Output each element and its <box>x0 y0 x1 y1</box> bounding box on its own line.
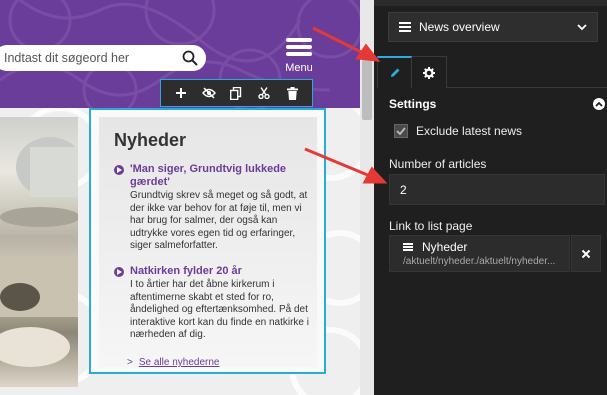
silverware-photo <box>0 137 78 367</box>
exclude-latest-checkbox[interactable] <box>394 124 408 138</box>
scissors-icon <box>258 87 270 99</box>
search-icon[interactable] <box>182 50 198 66</box>
panel-tabs <box>374 56 607 88</box>
component-type-label: News overview <box>419 20 500 34</box>
news-component-selected[interactable]: Nyheder 'Man siger, Grundtvig lukkede gæ… <box>89 108 326 374</box>
news-excerpt: I to årtier har det åbne kirkerum i afte… <box>130 279 309 340</box>
arrow-bullet-icon <box>114 165 124 175</box>
chevron-right-icon: > <box>127 357 133 368</box>
checkmark-icon <box>396 127 406 135</box>
cut-button[interactable] <box>254 83 274 103</box>
menu-icon-bar <box>286 38 312 42</box>
search-input[interactable] <box>4 51 174 65</box>
scrollbar-thumb[interactable] <box>362 60 372 120</box>
close-icon <box>581 249 591 258</box>
news-excerpt: Grundtvig skrev så meget og så godt, at … <box>130 190 308 251</box>
exclude-latest-option[interactable]: Exclude latest news <box>394 124 522 138</box>
chevron-down-icon <box>577 24 587 31</box>
copy-button[interactable] <box>226 83 246 103</box>
settings-section-header[interactable]: Settings <box>389 96 605 112</box>
menu-button[interactable]: Menu <box>281 38 317 78</box>
add-button[interactable] <box>171 83 191 103</box>
gear-icon <box>423 66 435 79</box>
component-toolbar <box>160 79 313 107</box>
see-all-news-link[interactable]: > Se alle nyhederne <box>127 357 219 368</box>
menu-label: Menu <box>285 62 313 74</box>
see-all-label: Se alle nyhederne <box>138 357 220 368</box>
news-title: Nyheder <box>114 130 187 150</box>
tab-settings[interactable] <box>412 56 447 88</box>
news-item[interactable]: Natkirken fylder 20 år I to årtier har d… <box>114 265 314 342</box>
exclude-latest-label: Exclude latest news <box>416 124 523 138</box>
link-list-page-label: Link to list page <box>389 219 473 233</box>
articles-count-label: Number of articles <box>389 157 487 171</box>
linked-page-path: /aktuelt/nyheder./aktuelt/nyheder... <box>403 256 556 267</box>
panel-top-strip <box>374 0 607 6</box>
articles-count-input[interactable] <box>389 174 605 205</box>
settings-panel: News overview Settings Exclude latest ne… <box>374 0 607 395</box>
menu-icon-bar <box>286 52 312 56</box>
news-headline[interactable]: Natkirken fylder 20 år <box>130 265 242 278</box>
list-icon <box>399 22 411 32</box>
tab-divider <box>447 87 607 88</box>
news-card: Nyheder 'Man siger, Grundtvig lukkede gæ… <box>99 117 317 368</box>
tab-edit[interactable] <box>377 56 412 88</box>
linked-page-picker[interactable]: Nyheder /aktuelt/nyheder./aktuelt/nyhede… <box>389 235 570 272</box>
delete-button[interactable] <box>282 83 302 103</box>
collapse-button[interactable] <box>593 98 605 110</box>
linked-page-name: Nyheder <box>422 240 468 254</box>
website-preview: Menu Nyheder <box>0 0 360 395</box>
component-type-select[interactable]: News overview <box>388 12 598 42</box>
add-icon <box>175 88 186 98</box>
remove-link-button[interactable] <box>571 235 601 272</box>
hide-button[interactable] <box>199 83 219 103</box>
hide-icon <box>201 87 216 99</box>
arrow-bullet-icon <box>114 267 124 277</box>
list-icon <box>403 243 413 251</box>
menu-icon-bar <box>286 45 312 49</box>
news-headline[interactable]: 'Man siger, Grundtvig lukkede gærdet' <box>130 163 314 189</box>
hero-image <box>0 117 78 387</box>
chevron-up-icon <box>595 101 603 107</box>
trash-icon <box>286 86 298 100</box>
copy-icon <box>230 86 242 100</box>
search-box <box>0 45 206 71</box>
news-item[interactable]: 'Man siger, Grundtvig lukkede gærdet' Gr… <box>114 163 314 253</box>
pencil-icon <box>390 68 399 77</box>
settings-title: Settings <box>389 97 437 111</box>
